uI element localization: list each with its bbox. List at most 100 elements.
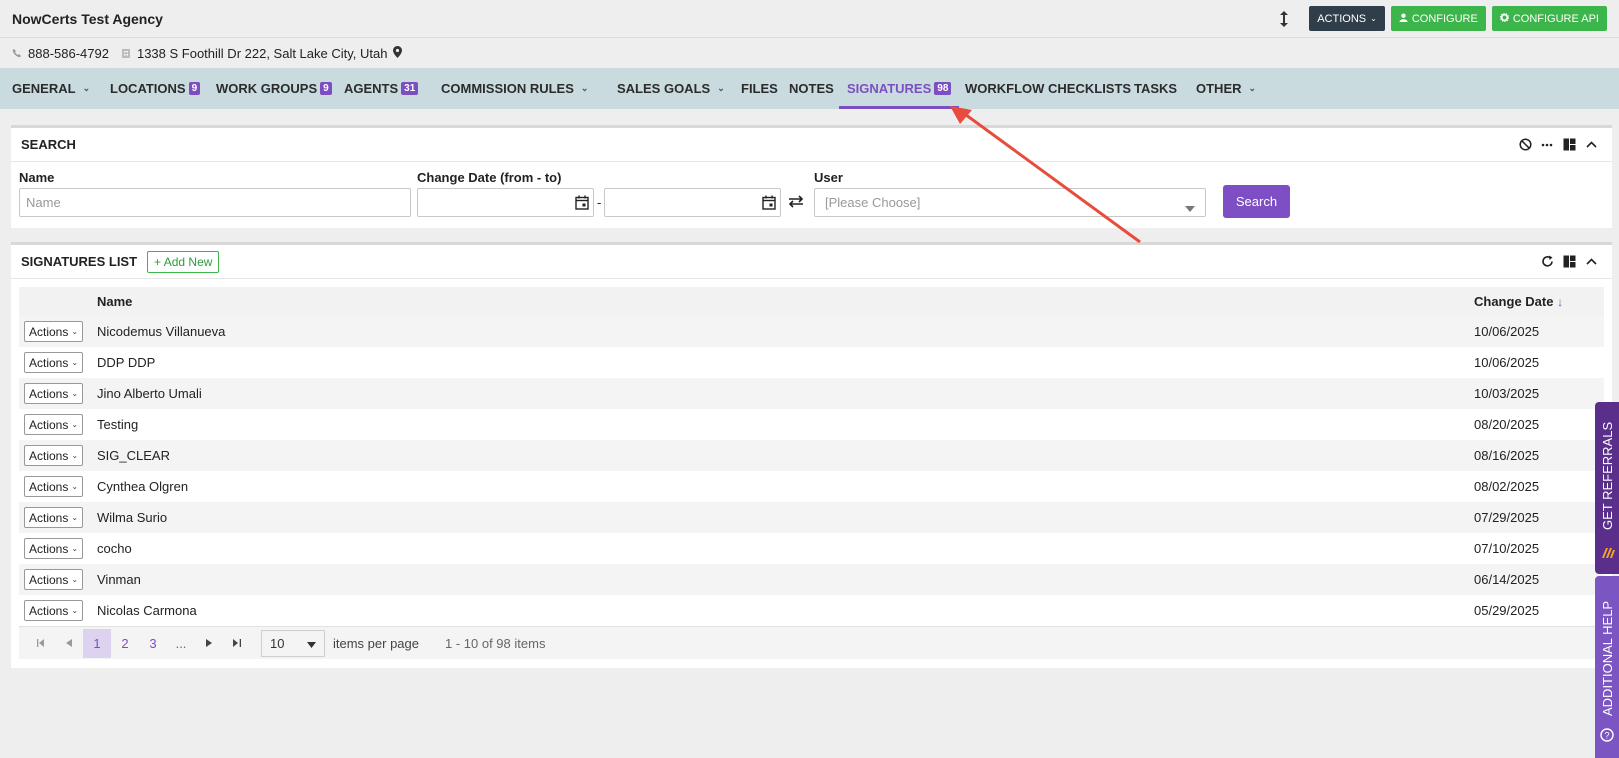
row-actions-button[interactable]: Actions ⌄ [24,476,84,497]
page-2-button[interactable]: 2 [111,629,139,658]
chevron-down-icon: ⌄ [71,513,79,522]
row-change-date: 08/16/2025 [1474,448,1540,463]
actions-column-header [19,287,97,316]
row-actions-button[interactable]: Actions ⌄ [24,414,84,435]
row-actions-label: Actions [29,510,69,525]
row-actions-label: Actions [29,355,69,370]
calendar-icon[interactable] [762,195,777,210]
map-marker-icon[interactable] [393,45,403,61]
row-actions-label: Actions [29,417,69,432]
signatures-list-panel: SIGNATURES LIST + Add New Name Change Da… [11,242,1612,668]
tab-tasks[interactable]: TASKS [1134,68,1177,109]
collapse-icon[interactable] [1584,255,1598,269]
tab-workflow-checklists[interactable]: WORKFLOW CHECKLISTS [965,68,1131,109]
main-nav: GENERAL ⌄ LOCATIONS 9 WORK GROUPS 9 AGENT… [0,68,1619,109]
last-page-icon[interactable] [223,629,251,658]
row-name: Nicodemus Villanueva [97,324,226,339]
layout-icon[interactable] [1562,138,1576,152]
get-referrals-tab[interactable]: GET REFERRALS [1595,402,1619,574]
referral-logo-icon [1600,544,1616,563]
actions-button[interactable]: ACTIONS ⌄ [1309,6,1385,31]
tab-agents[interactable]: AGENTS 31 [344,68,419,109]
row-actions-label: Actions [29,386,69,401]
tab-locations[interactable]: LOCATIONS 9 [110,68,201,109]
chevron-down-icon: ⌄ [71,544,79,553]
tab-agents-label: AGENTS [344,81,399,96]
table-row: Actions ⌄ Nicolas Carmona 05/29/2025 [19,595,1604,626]
tab-other[interactable]: OTHER ⌄ [1196,68,1256,109]
row-actions-button[interactable]: Actions ⌄ [24,321,84,342]
signatures-table: Name Change Date ↓ Actions ⌄ Nicodemus Vil… [19,287,1604,626]
user-label: User [814,170,843,185]
previous-page-icon[interactable] [55,629,83,658]
row-actions-button[interactable]: Actions ⌄ [24,569,84,590]
row-actions-cell: Actions ⌄ [19,595,97,626]
chevron-down-icon: ⌄ [71,358,79,367]
search-button[interactable]: Search [1223,185,1290,218]
additional-help-tab[interactable]: ADDITIONAL HELP ? [1595,576,1619,758]
locations-count-badge: 9 [188,82,201,95]
get-referrals-label: GET REFERRALS [1600,421,1615,530]
calendar-icon[interactable] [575,195,589,210]
tab-files[interactable]: FILES [741,68,778,109]
svg-text:?: ? [1604,731,1609,741]
date-from-input[interactable] [417,188,594,217]
row-actions-button[interactable]: Actions ⌄ [24,445,84,466]
row-name: Vinman [97,572,141,587]
tab-sales-goals[interactable]: SALES GOALS ⌄ [617,68,725,109]
row-actions-cell: Actions ⌄ [19,378,97,409]
more-options-icon[interactable] [1540,138,1554,152]
table-row: Actions ⌄ Wilma Surio 07/29/2025 [19,502,1604,533]
agents-count-badge: 31 [401,82,419,95]
row-actions-button[interactable]: Actions ⌄ [24,352,84,373]
row-actions-label: Actions [29,324,69,339]
collapse-icon[interactable] [1584,138,1598,152]
refresh-icon[interactable] [1540,255,1554,269]
swap-dates-icon[interactable] [787,194,805,211]
tab-work-groups-label: WORK GROUPS [216,81,318,96]
change-date-column-header[interactable]: Change Date ↓ [1474,287,1604,316]
tab-general[interactable]: GENERAL ⌄ [12,68,90,109]
tab-commission-rules[interactable]: COMMISSION RULES ⌄ [441,68,588,109]
row-actions-label: Actions [29,541,69,556]
page-1-button[interactable]: 1 [83,628,111,658]
tab-other-label: OTHER [1196,81,1242,96]
page-3-button[interactable]: 3 [139,629,167,658]
tab-notes[interactable]: NOTES [789,68,834,109]
row-actions-cell: Actions ⌄ [19,440,97,471]
user-select[interactable]: [Please Choose] [814,188,1206,217]
row-actions-button[interactable]: Actions ⌄ [24,383,84,404]
name-input[interactable]: Name [19,188,411,217]
items-per-page-select[interactable]: 10 [261,629,325,657]
chevron-down-icon: ⌄ [717,83,725,93]
top-header: NowCerts Test Agency ACTIONS ⌄ CONFIGURE… [0,0,1619,38]
row-name: Nicolas Carmona [97,603,197,618]
row-name: DDP DDP [97,355,156,370]
next-page-icon[interactable] [195,629,223,658]
clear-filter-icon[interactable] [1518,138,1532,152]
layout-icon[interactable] [1562,255,1576,269]
tab-work-groups[interactable]: WORK GROUPS 9 [216,68,332,109]
tab-signatures[interactable]: SIGNATURES 98 [838,68,960,109]
row-actions-label: Actions [29,572,69,587]
first-page-icon[interactable] [27,629,55,658]
configure-button[interactable]: CONFIGURE [1390,6,1486,31]
name-column-header[interactable]: Name [97,287,1474,316]
date-to-input[interactable] [604,188,782,217]
row-actions-button[interactable]: Actions ⌄ [24,538,84,559]
additional-help-label: ADDITIONAL HELP [1600,600,1615,716]
name-label: Name [19,170,55,185]
more-pages-button[interactable]: ... [167,629,195,658]
row-change-date: 07/29/2025 [1474,510,1540,525]
chevron-down-icon: ⌄ [71,451,79,460]
search-panel-title: SEARCH [21,137,76,152]
expand-vertical-icon[interactable] [1277,9,1291,29]
row-actions-label: Actions [29,603,69,618]
row-actions-button[interactable]: Actions ⌄ [24,507,84,528]
add-new-button[interactable]: + Add New [147,250,220,273]
table-row: Actions ⌄ SIG_CLEAR 08/16/2025 [19,440,1604,471]
tab-commission-rules-label: COMMISSION RULES [441,81,574,96]
table-row: Actions ⌄ Vinman 06/14/2025 [19,564,1604,595]
row-actions-button[interactable]: Actions ⌄ [24,600,84,621]
configure-api-button[interactable]: CONFIGURE API [1491,6,1607,31]
